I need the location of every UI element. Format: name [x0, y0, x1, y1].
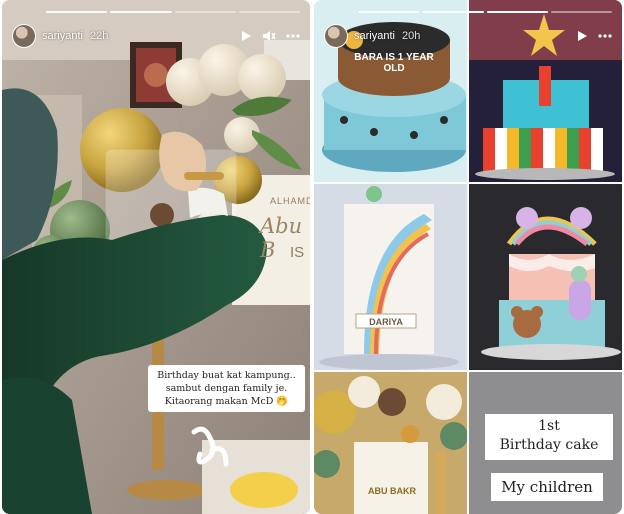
- cake-photo-3: DARIYA: [314, 184, 467, 370]
- text-card: 1st Birthday cake My children: [469, 372, 622, 514]
- cake-name-plaque: DARIYA: [369, 317, 403, 327]
- sign-heading: ALHAMD: [270, 196, 310, 206]
- play-icon[interactable]: [240, 30, 252, 42]
- label-my-children: My children: [491, 473, 603, 501]
- post-time: 22h: [89, 30, 109, 42]
- story-header: sariyanti 22h: [12, 22, 300, 50]
- story-right[interactable]: BARA IS 1 YEAR OLD DARIYA ABU BAKR 1st B…: [314, 0, 622, 514]
- avatar[interactable]: [12, 24, 36, 48]
- caption-line: Birthday buat kat kampung..: [157, 370, 296, 381]
- sign-suffix: IS: [290, 244, 305, 261]
- caption-line: sambut dengan family je.: [165, 383, 288, 394]
- cake-board-text: ABU BAKR: [368, 486, 416, 496]
- more-icon[interactable]: [598, 34, 612, 38]
- story-progress-bar: [46, 11, 300, 13]
- avatar[interactable]: [324, 24, 348, 48]
- username[interactable]: sariyanti: [42, 30, 83, 42]
- label-birthday-cake: 1st Birthday cake: [485, 414, 613, 460]
- label-line: 1st: [538, 418, 560, 434]
- username[interactable]: sariyanti: [354, 30, 395, 42]
- caption-sticker: Birthday buat kat kampung.. sambut denga…: [148, 365, 305, 412]
- story-left[interactable]: ALHAMD Abu B IS sariyanti 22h Birthday b…: [2, 0, 310, 514]
- play-icon[interactable]: [576, 30, 588, 42]
- cake-topper-text: BARA IS 1 YEAR OLD: [354, 52, 434, 74]
- caption-line: Kitaorang makan McD 🤭: [164, 396, 289, 407]
- story-header: sariyanti 20h: [324, 22, 612, 50]
- label-line: Birthday cake: [499, 437, 599, 453]
- story-progress-bar: [358, 11, 612, 13]
- cake-photo-4: [469, 184, 622, 370]
- mute-icon[interactable]: [262, 29, 276, 43]
- more-icon[interactable]: [286, 34, 300, 38]
- post-time: 20h: [401, 30, 421, 42]
- cake-photo-5: ABU BAKR: [314, 372, 467, 514]
